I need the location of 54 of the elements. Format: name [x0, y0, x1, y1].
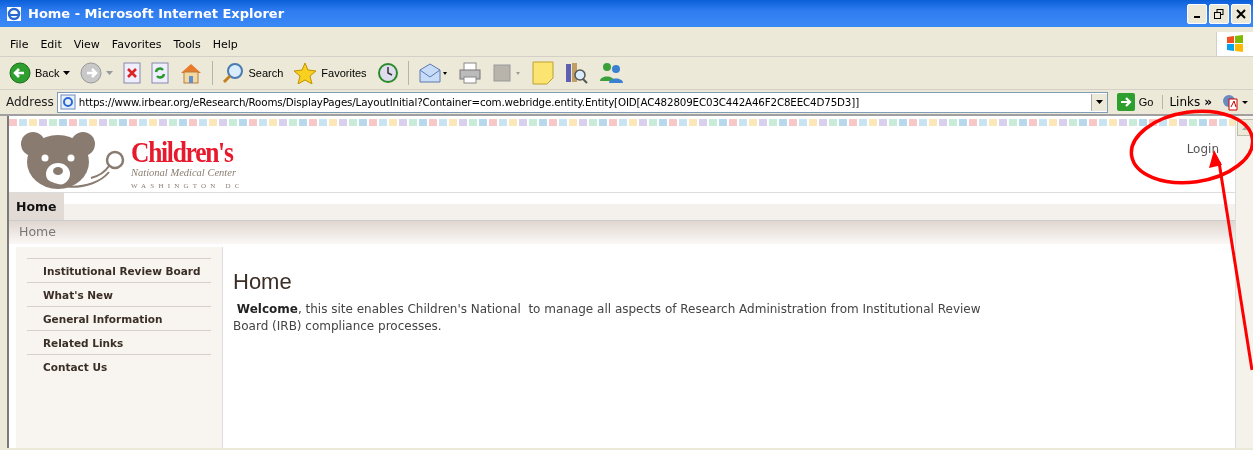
- scrollbar[interactable]: [1235, 116, 1253, 448]
- page-icon: [59, 94, 76, 110]
- minimize-button[interactable]: [1187, 3, 1207, 24]
- menu-item[interactable]: Favorites: [105, 35, 168, 53]
- pdf-icon[interactable]: [1221, 93, 1249, 111]
- logo-title: Children's: [131, 137, 233, 167]
- menu-item[interactable]: View: [67, 35, 106, 53]
- close-icon: [1236, 8, 1246, 19]
- scroll-up-icon[interactable]: [1242, 125, 1249, 130]
- printer-icon: [457, 62, 482, 84]
- browser-icon: [6, 5, 22, 22]
- sidebar-link[interactable]: Related Links: [27, 330, 211, 354]
- sidebar-link[interactable]: What's New: [27, 282, 211, 306]
- menu-item[interactable]: Tools: [167, 35, 207, 53]
- books-icon: [563, 61, 588, 85]
- minimize-icon: [1194, 16, 1200, 18]
- search-button[interactable]: Search: [219, 60, 287, 86]
- go-arrow-icon: [1116, 93, 1135, 111]
- note-icon: [531, 61, 554, 85]
- restore-icon: [1214, 8, 1224, 19]
- go-button[interactable]: Go: [1116, 93, 1154, 111]
- restore-button[interactable]: [1209, 3, 1229, 24]
- favorites-button[interactable]: Favorites: [290, 60, 370, 86]
- windows-flag-icon: [1225, 34, 1245, 54]
- window-title: Home - Microsoft Internet Explorer: [28, 6, 286, 21]
- refresh-icon: [151, 62, 170, 84]
- clock-icon: [376, 62, 399, 84]
- address-label: Address: [6, 95, 54, 109]
- dropdown-caret-icon: [106, 71, 114, 75]
- links-label[interactable]: Links: [1169, 95, 1201, 109]
- star-icon: [293, 62, 318, 84]
- back-button[interactable]: Back: [6, 60, 74, 86]
- sidebar-link[interactable]: Contact Us: [27, 354, 211, 378]
- magnifier-icon: [222, 62, 245, 84]
- dropdown-caret-icon[interactable]: [1095, 100, 1103, 104]
- chevron-label[interactable]: »: [1204, 95, 1212, 109]
- sidebar-link[interactable]: Institutional Review Board: [27, 258, 211, 282]
- address-field[interactable]: https://www.irbear.org/eResearch/Rooms/DisplayPages/LayoutInitial?Container=com.webridge.entity.Entity[OID[AC482809EC03C442A46F2C8EEC4D75D3]]: [56, 91, 1108, 113]
- edit-icon: [491, 62, 522, 84]
- nav-tab[interactable]: Home: [9, 193, 64, 220]
- welcome-paragraph: Welcome, this site enables Children's National to manage all aspects of Research Administration from Institutional Review Board (IRB) compliance processes.: [233, 301, 982, 335]
- close-button[interactable]: [1231, 3, 1251, 24]
- menu-item[interactable]: Help: [206, 35, 244, 53]
- logo-subtitle: National Medical Center: [131, 167, 237, 179]
- breadcrumb: Home: [9, 220, 1235, 244]
- people-icon: [597, 61, 624, 85]
- menu-item[interactable]: Edit: [34, 35, 68, 53]
- page-heading: Home: [233, 269, 293, 295]
- login-link[interactable]: Login: [1186, 142, 1219, 156]
- sidebar-link[interactable]: General Information: [27, 306, 211, 330]
- menu-item[interactable]: File: [4, 35, 35, 53]
- stop-icon: [123, 62, 142, 84]
- dropdown-caret-icon: [63, 71, 71, 75]
- envelope-icon: [417, 62, 448, 84]
